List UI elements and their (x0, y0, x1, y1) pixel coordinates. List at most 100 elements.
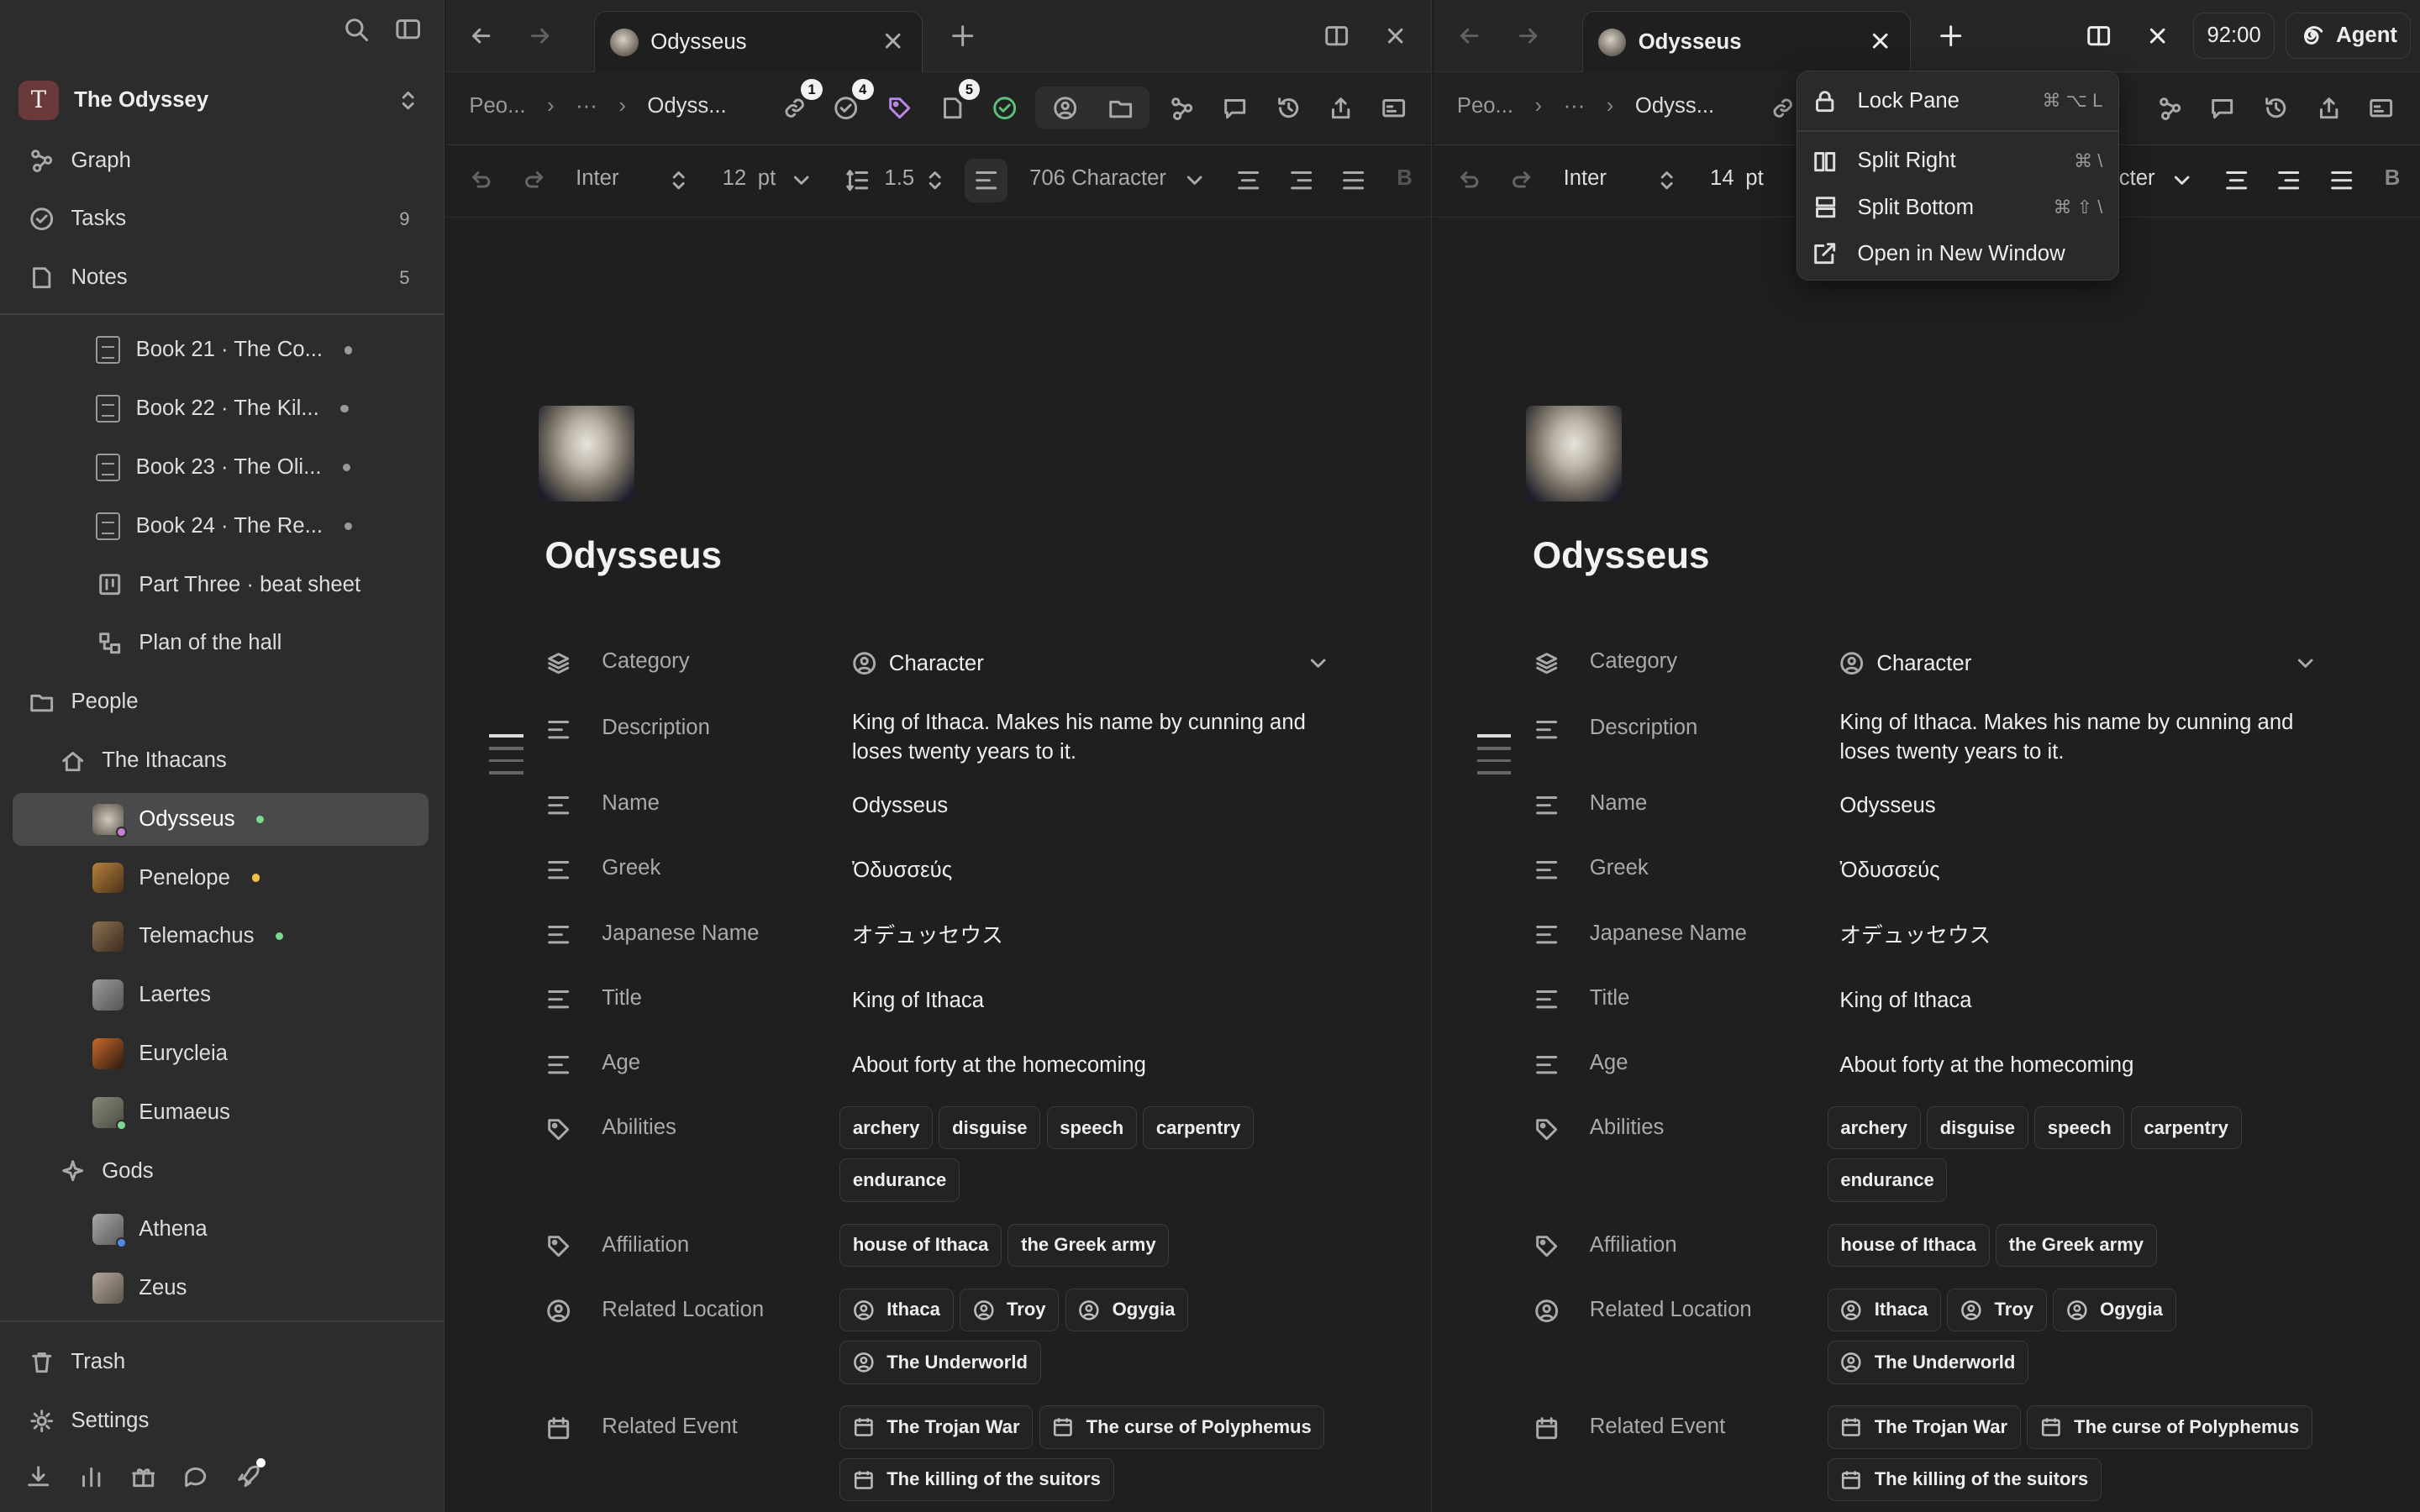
tree-item-athena[interactable]: Athena (13, 1204, 429, 1256)
justify-icon[interactable] (2328, 166, 2355, 194)
chip-location[interactable]: Ithaca (1827, 1288, 1942, 1332)
cover-image[interactable] (1526, 406, 1623, 501)
chip-location[interactable]: The Underworld (1827, 1341, 2029, 1384)
chip-event[interactable]: The Trojan War (1827, 1405, 2021, 1449)
chevron-down-icon[interactable] (2291, 649, 2319, 677)
chip-affiliation[interactable]: house of Ithaca (839, 1223, 1002, 1267)
chip-ability[interactable]: carpentry (2130, 1105, 2242, 1150)
chip-event[interactable]: The killing of the suitors (1827, 1457, 2102, 1502)
chip-ability[interactable]: endurance (839, 1158, 960, 1202)
tree-item-odysseus[interactable]: Odysseus (12, 793, 429, 846)
undo-icon[interactable] (468, 166, 496, 194)
tag-icon[interactable] (886, 94, 913, 122)
close-tab-icon[interactable] (1866, 27, 1894, 55)
chip-location[interactable]: Troy (959, 1288, 1060, 1332)
tree-item-book23[interactable]: Book 23 · The Oli... (13, 441, 429, 493)
drag-handle[interactable] (489, 734, 523, 784)
split-view-icon[interactable] (2085, 22, 2112, 50)
align-center-icon[interactable] (2223, 166, 2250, 194)
tree-item-laertes[interactable]: Laertes (13, 969, 429, 1021)
redo-icon[interactable] (1507, 166, 1535, 194)
back-arrow-icon[interactable] (1455, 22, 1483, 50)
forward-arrow-icon[interactable] (1514, 22, 1542, 50)
drag-handle[interactable] (1476, 734, 1512, 784)
folder-icon[interactable] (1107, 94, 1134, 122)
font-family-select[interactable]: Inter (576, 166, 618, 191)
align-right-icon[interactable] (2275, 166, 2302, 194)
card-icon[interactable] (1380, 94, 1407, 122)
nav-settings[interactable]: Settings (0, 1392, 444, 1451)
nav-trash[interactable]: Trash (0, 1333, 444, 1392)
agent-button[interactable]: Agent (2286, 12, 2411, 59)
done-icon[interactable] (991, 94, 1018, 122)
link-icon[interactable]: 1 (781, 78, 823, 122)
chip-ability[interactable]: archery (1827, 1105, 1921, 1150)
tree-item-ithacans[interactable]: The Ithacans (13, 734, 429, 786)
line-spacing-icon[interactable] (844, 166, 872, 194)
bold-button[interactable]: B (1397, 166, 1413, 191)
new-tab-icon[interactable] (1937, 22, 1965, 50)
sidebar-toggle-icon[interactable] (394, 15, 422, 43)
chip-location[interactable]: Ogygia (2053, 1288, 2176, 1332)
breadcrumb-parent[interactable]: Peo... (1457, 94, 1513, 118)
align-right-icon[interactable] (1287, 166, 1315, 194)
notes-icon[interactable]: 5 (939, 78, 981, 122)
menu-item-new-window[interactable]: Open in New Window (1797, 231, 2118, 277)
template-select[interactable]: 706 Character (1029, 166, 1166, 191)
close-tab-icon[interactable] (879, 27, 907, 55)
back-arrow-icon[interactable] (468, 22, 496, 50)
forward-arrow-icon[interactable] (526, 22, 554, 50)
chip-location[interactable]: Ogygia (1065, 1288, 1189, 1332)
tasks-icon[interactable]: 4 (832, 78, 874, 122)
person-icon[interactable] (1051, 94, 1079, 122)
breadcrumb-parent[interactable]: Peo... (469, 94, 525, 118)
tree-item-penelope[interactable]: Penelope (13, 852, 429, 904)
chip-ability[interactable]: carpentry (1143, 1105, 1255, 1150)
share-icon[interactable] (2315, 94, 2343, 122)
card-icon[interactable] (2367, 94, 2395, 122)
chip-event[interactable]: The curse of Polyphemus (1039, 1405, 1325, 1449)
timer-display[interactable]: 92:00 (2192, 12, 2275, 59)
nav-notes[interactable]: Notes 5 (0, 249, 444, 307)
chip-event[interactable]: The killing of the suitors (839, 1457, 1114, 1502)
tree-item-eurycleia[interactable]: Eurycleia (13, 1027, 429, 1079)
justify-icon[interactable] (1339, 166, 1367, 194)
breadcrumb-ellipsis[interactable]: ··· (576, 94, 597, 118)
close-pane-icon[interactable] (2144, 22, 2171, 50)
bold-button[interactable]: B (2385, 166, 2401, 191)
chip-event[interactable]: The Trojan War (839, 1405, 1034, 1449)
tree-item-eumaeus[interactable]: Eumaeus (13, 1086, 429, 1138)
close-pane-icon[interactable] (1381, 22, 1409, 50)
tree-item-people[interactable]: People (13, 675, 429, 727)
chip-ability[interactable]: speech (2034, 1105, 2125, 1150)
chevron-down-icon[interactable] (1304, 649, 1332, 677)
chip-location[interactable]: The Underworld (839, 1341, 1041, 1384)
tree-item-book21[interactable]: Book 21 · The Co... (13, 324, 429, 376)
stats-icon[interactable] (77, 1462, 105, 1490)
comment-icon[interactable] (2208, 94, 2236, 122)
chip-ability[interactable]: disguise (1926, 1105, 2028, 1150)
tab-odysseus[interactable]: Odysseus (594, 10, 923, 73)
graph-icon[interactable] (2156, 94, 2184, 122)
rocket-icon[interactable] (234, 1457, 266, 1490)
breadcrumb-ellipsis[interactable]: ··· (1564, 94, 1586, 118)
font-size-value[interactable]: 12 (723, 166, 747, 191)
font-family-select[interactable]: Inter (1564, 166, 1607, 191)
chip-ability[interactable]: speech (1046, 1105, 1137, 1150)
menu-item-lock-pane[interactable]: Lock Pane ⌘ ⌥ L (1797, 78, 2118, 124)
tree-item-telemachus[interactable]: Telemachus (13, 911, 429, 963)
chip-location[interactable]: Troy (1947, 1288, 2047, 1332)
link-icon[interactable] (1769, 94, 1797, 122)
chevron-down-icon[interactable] (787, 166, 815, 194)
share-icon[interactable] (1328, 94, 1355, 122)
redo-icon[interactable] (520, 166, 548, 194)
chip-location[interactable]: Ithaca (839, 1288, 954, 1332)
nav-tasks[interactable]: Tasks 9 (0, 190, 444, 249)
tab-odysseus[interactable]: Odysseus (1581, 10, 1911, 73)
view-toggle[interactable] (1035, 86, 1150, 130)
menu-item-split-bottom[interactable]: Split Bottom ⌘ ⇧ \ (1797, 185, 2118, 231)
page-title[interactable]: Odysseus (1533, 535, 1710, 577)
history-icon[interactable] (1275, 94, 1302, 122)
download-icon[interactable] (24, 1462, 52, 1490)
tree-item-book24[interactable]: Book 24 · The Re... (13, 500, 429, 552)
